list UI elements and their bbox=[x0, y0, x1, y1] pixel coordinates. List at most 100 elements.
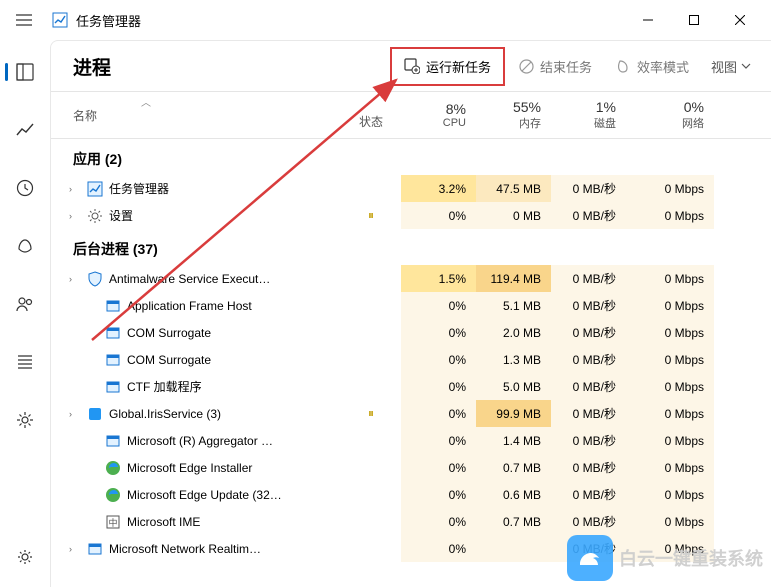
col-header-status[interactable]: 状态 bbox=[341, 92, 401, 138]
sidebar-item-settings[interactable] bbox=[5, 539, 45, 575]
page-title: 进程 bbox=[73, 53, 111, 80]
process-name-cell: COM Surrogate bbox=[51, 352, 341, 368]
process-row[interactable]: Application Frame Host 0% 5.1 MB 0 MB/秒 … bbox=[51, 292, 771, 319]
process-icon: 中 bbox=[105, 514, 121, 530]
sidebar-item-performance[interactable] bbox=[5, 112, 45, 148]
watermark-badge-icon bbox=[567, 535, 613, 581]
col-header-memory[interactable]: 55%内存 bbox=[476, 92, 551, 138]
process-icon bbox=[87, 406, 103, 422]
col-name-label: 名称 bbox=[73, 107, 341, 124]
view-dropdown[interactable]: 视图 bbox=[711, 57, 751, 76]
cpu-cell: 0% bbox=[401, 400, 476, 427]
hamburger-icon bbox=[16, 14, 32, 26]
process-icon bbox=[87, 271, 103, 287]
end-task-button[interactable]: 结束任务 bbox=[509, 51, 602, 82]
services-icon bbox=[16, 411, 34, 429]
startup-icon bbox=[16, 237, 34, 255]
sidebar-item-services[interactable] bbox=[5, 402, 45, 438]
process-name-cell: Application Frame Host bbox=[51, 298, 341, 314]
process-name-cell: Microsoft Edge Update (32… bbox=[51, 487, 341, 503]
view-label: 视图 bbox=[711, 57, 737, 76]
end-task-label: 结束任务 bbox=[540, 57, 592, 76]
run-task-icon bbox=[404, 58, 420, 74]
process-name-cell: › 任务管理器 bbox=[51, 180, 341, 197]
cpu-cell: 1.5% bbox=[401, 265, 476, 292]
process-row[interactable]: Microsoft Edge Update (32… 0% 0.6 MB 0 M… bbox=[51, 481, 771, 508]
maximize-icon bbox=[689, 15, 699, 25]
memory-cell: 1.3 MB bbox=[476, 346, 551, 373]
svg-text:中: 中 bbox=[108, 517, 117, 528]
cpu-cell: 0% bbox=[401, 427, 476, 454]
cpu-cell: 0% bbox=[401, 292, 476, 319]
memory-cell: 1.4 MB bbox=[476, 427, 551, 454]
suspended-icon: ⏸ bbox=[368, 208, 374, 223]
process-row[interactable]: Microsoft Edge Installer 0% 0.7 MB 0 MB/… bbox=[51, 454, 771, 481]
sidebar-item-startup[interactable] bbox=[5, 228, 45, 264]
network-cell: 0 Mbps bbox=[626, 427, 714, 454]
process-row[interactable]: CTF 加载程序 0% 5.0 MB 0 MB/秒 0 Mbps bbox=[51, 373, 771, 400]
process-name: Global.IrisService (3) bbox=[109, 407, 221, 421]
sort-indicator-icon: ︿ bbox=[141, 94, 151, 109]
process-name-cell: › Global.IrisService (3) bbox=[51, 406, 341, 422]
process-icon bbox=[105, 325, 121, 341]
sidebar-item-history[interactable] bbox=[5, 170, 45, 206]
process-name-cell: › Antimalware Service Execut… bbox=[51, 271, 341, 287]
process-name: Application Frame Host bbox=[127, 299, 252, 313]
process-icon bbox=[105, 460, 121, 476]
process-icon bbox=[105, 433, 121, 449]
process-row[interactable]: COM Surrogate 0% 1.3 MB 0 MB/秒 0 Mbps bbox=[51, 346, 771, 373]
minimize-icon bbox=[643, 15, 653, 25]
process-row[interactable]: › 任务管理器 3.2% 47.5 MB 0 MB/秒 0 Mbps bbox=[51, 175, 771, 202]
toolbar: 进程 运行新任务 结束任务 效率模式 视图 bbox=[51, 41, 771, 91]
network-cell: 0 Mbps bbox=[626, 373, 714, 400]
history-icon bbox=[16, 179, 34, 197]
memory-cell: 0.7 MB bbox=[476, 454, 551, 481]
process-row[interactable]: COM Surrogate 0% 2.0 MB 0 MB/秒 0 Mbps bbox=[51, 319, 771, 346]
memory-cell: 0.7 MB bbox=[476, 508, 551, 535]
process-icon bbox=[105, 352, 121, 368]
process-list[interactable]: 应用 (2) › 任务管理器 3.2% 47.5 MB 0 MB/秒 0 Mbp… bbox=[51, 139, 771, 587]
group-background[interactable]: 后台进程 (37) bbox=[51, 229, 771, 265]
memory-cell: 2.0 MB bbox=[476, 319, 551, 346]
process-row[interactable]: › 设置 ⏸ 0% 0 MB 0 MB/秒 0 Mbps bbox=[51, 202, 771, 229]
process-icon bbox=[87, 181, 103, 197]
col-header-disk[interactable]: 1%磁盘 bbox=[551, 92, 626, 138]
col-header-network[interactable]: 0%网络 bbox=[626, 92, 714, 138]
maximize-button[interactable] bbox=[671, 4, 717, 36]
sidebar-item-users[interactable] bbox=[5, 286, 45, 322]
run-new-task-button[interactable]: 运行新任务 bbox=[390, 47, 505, 86]
network-cell: 0 Mbps bbox=[626, 175, 714, 202]
process-name: COM Surrogate bbox=[127, 353, 211, 367]
sidebar-item-details[interactable] bbox=[5, 344, 45, 380]
process-name: 设置 bbox=[109, 207, 133, 224]
performance-icon bbox=[16, 121, 34, 139]
cpu-cell: 0% bbox=[401, 346, 476, 373]
process-row[interactable]: 中 Microsoft IME 0% 0.7 MB 0 MB/秒 0 Mbps bbox=[51, 508, 771, 535]
cpu-cell: 0% bbox=[401, 454, 476, 481]
efficiency-label: 效率模式 bbox=[637, 57, 689, 76]
main-panel: 进程 运行新任务 结束任务 效率模式 视图 ︿ 名称 状态 bbox=[50, 40, 771, 587]
run-task-label: 运行新任务 bbox=[426, 57, 491, 76]
process-row[interactable]: › Global.IrisService (3) ⏸ 0% 99.9 MB 0 … bbox=[51, 400, 771, 427]
minimize-button[interactable] bbox=[625, 4, 671, 36]
process-name-cell: › 设置 bbox=[51, 207, 341, 224]
memory-cell: 5.0 MB bbox=[476, 373, 551, 400]
group-apps[interactable]: 应用 (2) bbox=[51, 139, 771, 175]
col-header-name[interactable]: ︿ 名称 bbox=[51, 92, 341, 138]
cpu-cell: 0% bbox=[401, 508, 476, 535]
process-row[interactable]: Microsoft (R) Aggregator … 0% 1.4 MB 0 M… bbox=[51, 427, 771, 454]
close-button[interactable] bbox=[717, 4, 763, 36]
col-header-cpu[interactable]: 8%CPU bbox=[401, 92, 476, 138]
end-task-icon bbox=[519, 59, 534, 74]
process-row[interactable]: › Antimalware Service Execut… 1.5% 119.4… bbox=[51, 265, 771, 292]
process-name: Microsoft IME bbox=[127, 515, 200, 529]
hamburger-menu[interactable] bbox=[8, 4, 40, 36]
process-name-cell: COM Surrogate bbox=[51, 325, 341, 341]
sidebar-item-processes[interactable] bbox=[5, 54, 45, 90]
disk-cell: 0 MB/秒 bbox=[551, 427, 626, 454]
efficiency-mode-button[interactable]: 效率模式 bbox=[606, 51, 699, 82]
suspended-icon: ⏸ bbox=[368, 406, 374, 421]
disk-cell: 0 MB/秒 bbox=[551, 508, 626, 535]
process-name: Microsoft (R) Aggregator … bbox=[127, 434, 273, 448]
process-status: ⏸ bbox=[341, 406, 401, 421]
